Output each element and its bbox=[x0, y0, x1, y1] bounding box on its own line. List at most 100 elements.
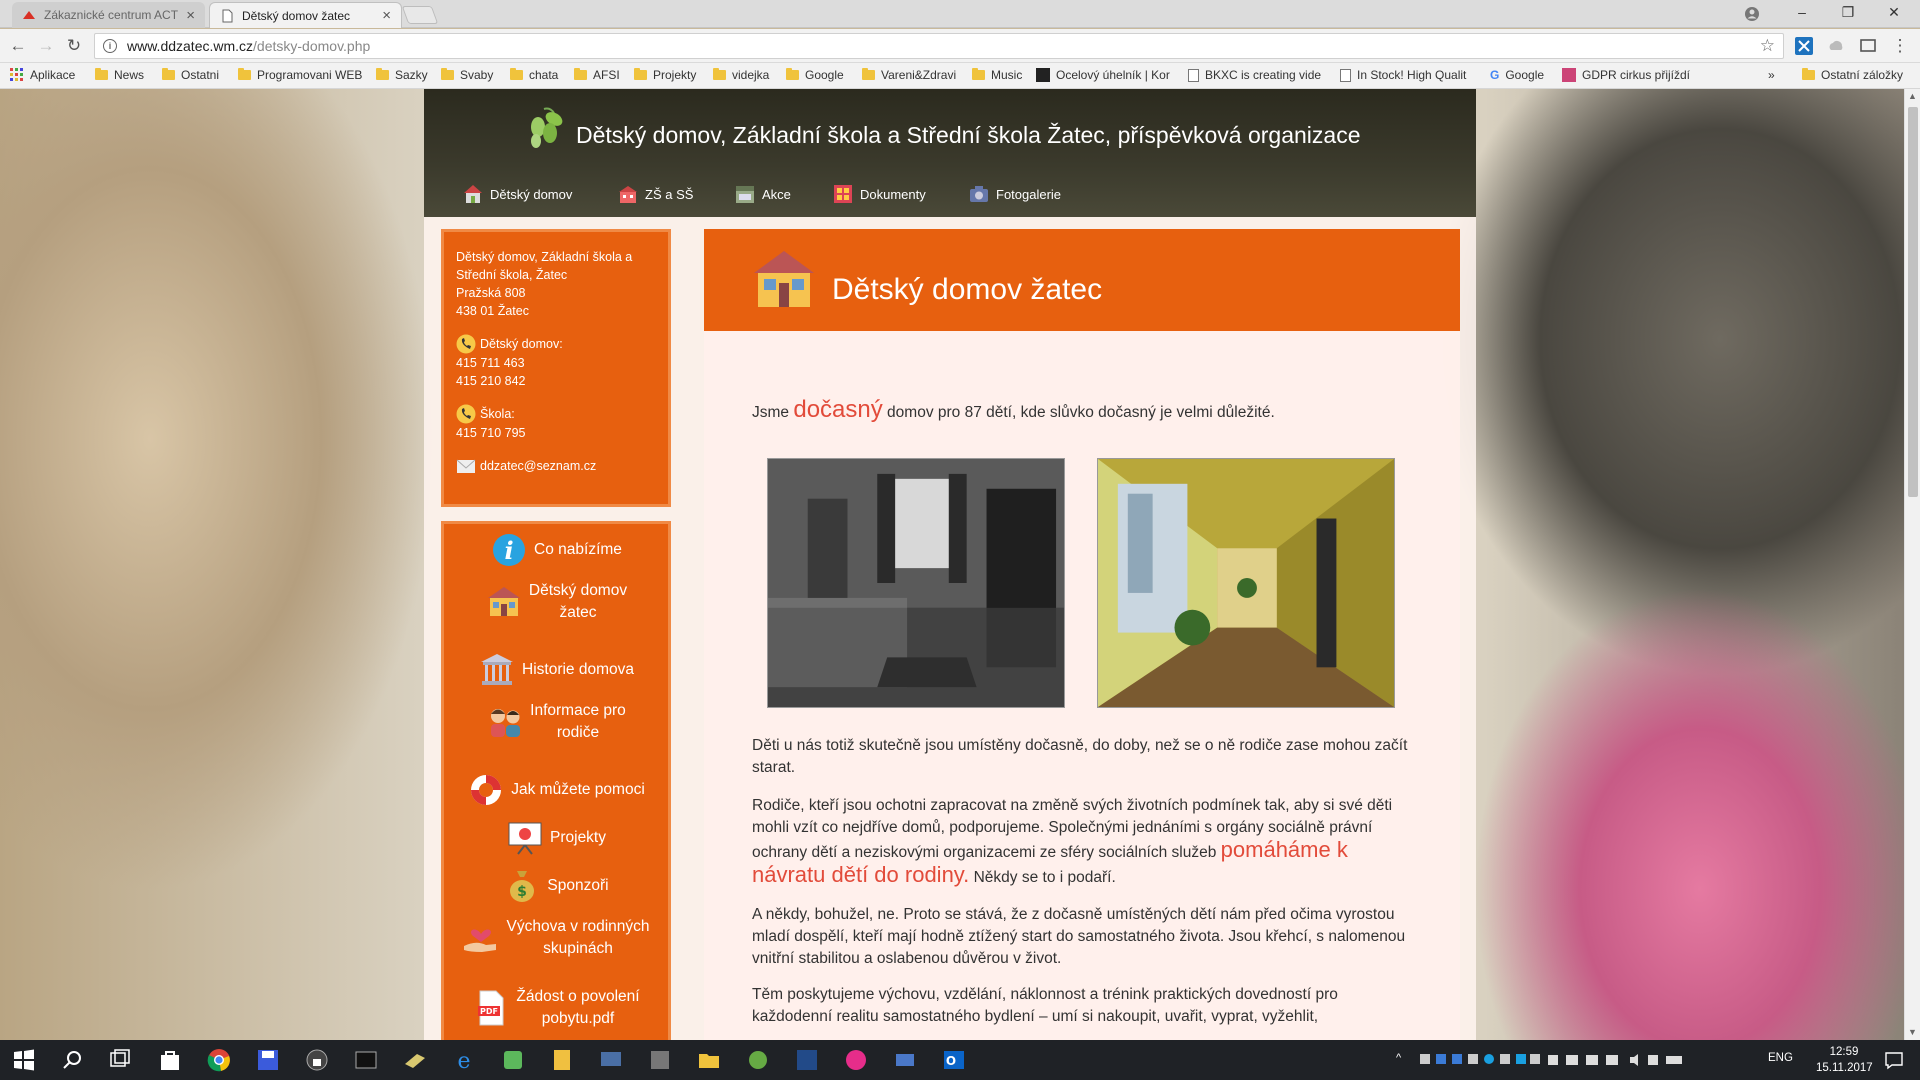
bookmark-apps[interactable]: Aplikace bbox=[10, 68, 75, 82]
new-tab-button[interactable] bbox=[401, 6, 439, 24]
extension-blue-icon[interactable] bbox=[1795, 37, 1813, 55]
tab-detsky-domov[interactable]: Dětský domov žatec × bbox=[209, 2, 402, 28]
forward-icon[interactable]: → bbox=[36, 36, 56, 56]
bookmark-projekty[interactable]: Projekty bbox=[634, 68, 696, 82]
store-icon[interactable] bbox=[158, 1048, 182, 1072]
sidebar-item-sponzori[interactable]: $ Sponzoři bbox=[444, 868, 668, 904]
cloud-extension-icon[interactable] bbox=[1827, 37, 1845, 55]
sidebar-item-co-nabizime[interactable]: i Co nabízíme bbox=[444, 532, 668, 568]
bookmark-vareni-zdravi[interactable]: Vareni&Zdravi bbox=[862, 68, 956, 82]
bookmark-bkxc[interactable]: BKXC is creating vide bbox=[1188, 68, 1324, 82]
taskbar-clock[interactable]: 12:59 15.11.2017 bbox=[1816, 1044, 1873, 1076]
sidebar-item-informace-pro-rodice[interactable]: Informace pro rodiče bbox=[444, 700, 668, 744]
cast-icon[interactable] bbox=[1859, 37, 1877, 55]
bookmark-sazky[interactable]: Sazky bbox=[376, 68, 428, 82]
sidebar-item-zadost-o-povoleni-pobytu[interactable]: PDF Žádost o povolení pobytu.pdf bbox=[444, 986, 668, 1030]
app-notepad-icon[interactable] bbox=[550, 1048, 574, 1072]
app-monitor-icon[interactable] bbox=[599, 1048, 623, 1072]
email-row[interactable]: ddzatec@seznam.cz bbox=[456, 456, 656, 476]
bookmark-label: Google bbox=[1505, 68, 1545, 82]
app-blue-icon[interactable] bbox=[795, 1048, 819, 1072]
bookmark-videjka[interactable]: videjka bbox=[713, 68, 769, 82]
address-bar[interactable]: i www.ddzatec.wm.cz/detsky-domov.php ☆ bbox=[94, 33, 1784, 59]
system-tray-icons[interactable] bbox=[1420, 1053, 1540, 1067]
password-manager-icon[interactable] bbox=[305, 1048, 329, 1072]
house-icon bbox=[487, 587, 520, 616]
tab-close-icon[interactable]: × bbox=[382, 7, 391, 24]
tray-overflow-icon[interactable]: ^ bbox=[1396, 1052, 1401, 1064]
paragraph-3: A někdy, bohužel, ne. Proto se stává, že… bbox=[752, 906, 1406, 967]
minimize-icon[interactable]: – bbox=[1792, 4, 1812, 20]
notifications-icon[interactable] bbox=[1884, 1050, 1904, 1070]
sidebar-item-label: Informace pro rodiče bbox=[530, 702, 626, 741]
nav-fotogalerie[interactable]: Fotogalerie bbox=[968, 183, 1061, 205]
task-view-icon[interactable] bbox=[108, 1048, 132, 1072]
scrollbar-thumb[interactable] bbox=[1908, 107, 1918, 497]
bookmark-gdpr[interactable]: GDPR cirkus přijíždí bbox=[1562, 68, 1710, 82]
bookmark-news[interactable]: News bbox=[95, 68, 144, 82]
chrome-icon[interactable] bbox=[207, 1048, 231, 1072]
nav-detsky-domov[interactable]: Dětský domov bbox=[462, 183, 572, 205]
sidebar-item-historie-domova[interactable]: Historie domova bbox=[444, 652, 668, 688]
reload-icon[interactable]: ↻ bbox=[64, 36, 84, 56]
bookmark-svaby[interactable]: Svaby bbox=[441, 68, 493, 82]
edge-icon[interactable]: e bbox=[452, 1048, 476, 1072]
bookmark-google-folder[interactable]: Google bbox=[786, 68, 844, 82]
bookmark-afsi[interactable]: AFSI bbox=[574, 68, 620, 82]
bookmark-programovani-web[interactable]: Programovani WEB bbox=[238, 68, 362, 82]
app-plant-icon[interactable] bbox=[746, 1048, 770, 1072]
app-tools-icon[interactable] bbox=[648, 1048, 672, 1072]
sticky-notes-icon[interactable] bbox=[403, 1048, 427, 1072]
sidebar-item-detsky-domov-zatec[interactable]: Dětský domov žatec bbox=[444, 580, 668, 624]
site-info-icon[interactable]: i bbox=[103, 39, 117, 53]
profile-icon[interactable] bbox=[1744, 6, 1760, 22]
browser-tab-bar: Zákaznické centrum ACT × Dětský domov ža… bbox=[0, 0, 1920, 28]
sidebar-item-label: Dětský domov žatec bbox=[528, 582, 628, 621]
folder-icon bbox=[786, 68, 799, 80]
bookmarks-overflow-button[interactable]: » bbox=[1768, 68, 1775, 82]
nav-akce[interactable]: Akce bbox=[734, 183, 791, 205]
folder-icon bbox=[376, 68, 389, 80]
folder-icon bbox=[95, 68, 108, 80]
bookmark-google[interactable]: G Google bbox=[1490, 68, 1544, 82]
outlook-icon[interactable]: O bbox=[942, 1048, 966, 1072]
email-link[interactable]: ddzatec@seznam.cz bbox=[480, 457, 596, 475]
bookmark-ostatni-zalozky[interactable]: Ostatní záložky bbox=[1802, 68, 1903, 82]
back-icon[interactable]: ← bbox=[8, 36, 28, 56]
bookmark-ocelovy-uhelnik[interactable]: Ocelový úhelník | Kor bbox=[1036, 68, 1172, 82]
bedroom-photo bbox=[767, 458, 1065, 708]
scroll-down-icon[interactable]: ▼ bbox=[1908, 1027, 1917, 1037]
bookmark-label: Google bbox=[805, 68, 844, 82]
windows-taskbar: e O ^ ENG 12:59 15.11.2017 bbox=[0, 1040, 1920, 1080]
scroll-up-icon[interactable]: ▲ bbox=[1908, 91, 1917, 101]
menu-icon[interactable]: ⋮ bbox=[1890, 36, 1910, 56]
bookmark-chata[interactable]: chata bbox=[510, 68, 558, 82]
system-status-icons[interactable] bbox=[1548, 1053, 1688, 1067]
sidebar-item-jak-muzete-pomoci[interactable]: Jak můžete pomoci bbox=[444, 772, 668, 808]
bookmark-star-icon[interactable]: ☆ bbox=[1760, 36, 1775, 56]
nav-zs-a-ss[interactable]: ZŠ a SŠ bbox=[617, 183, 693, 205]
bookmark-music[interactable]: Music bbox=[972, 68, 1022, 82]
nav-dokumenty[interactable]: Dokumenty bbox=[832, 183, 926, 205]
sidebar-item-projekty[interactable]: Projekty bbox=[444, 820, 668, 856]
file-explorer-icon[interactable] bbox=[697, 1048, 721, 1072]
input-language[interactable]: ENG bbox=[1768, 1052, 1793, 1064]
folder-icon bbox=[238, 68, 251, 80]
page-scrollbar[interactable]: ▲ ▼ bbox=[1904, 89, 1920, 1040]
folder-icon bbox=[634, 68, 647, 80]
sidebar-item-vychova-v-rodinnych-skupinach[interactable]: Výchova v rodinných skupinách bbox=[444, 916, 668, 960]
app-network-icon[interactable] bbox=[893, 1048, 917, 1072]
search-icon[interactable] bbox=[60, 1048, 84, 1072]
bookmark-in-stock[interactable]: In Stock! High Qualit bbox=[1340, 68, 1476, 82]
app-pink-icon[interactable] bbox=[844, 1048, 868, 1072]
close-window-icon[interactable]: ✕ bbox=[1884, 4, 1904, 21]
tab-close-icon[interactable]: × bbox=[186, 7, 195, 24]
bookmark-ostatni[interactable]: Ostatni bbox=[162, 68, 219, 82]
terminal-icon[interactable] bbox=[354, 1048, 378, 1072]
restore-icon[interactable]: ❐ bbox=[1838, 4, 1858, 21]
save-floppy-icon[interactable] bbox=[256, 1048, 280, 1072]
tab-zakaznicke-centrum[interactable]: Zákaznické centrum ACT × bbox=[12, 2, 205, 28]
windows-start-icon[interactable] bbox=[12, 1048, 36, 1072]
app-green-icon[interactable] bbox=[501, 1048, 525, 1072]
bookmark-label: GDPR cirkus přijíždí bbox=[1582, 68, 1691, 82]
